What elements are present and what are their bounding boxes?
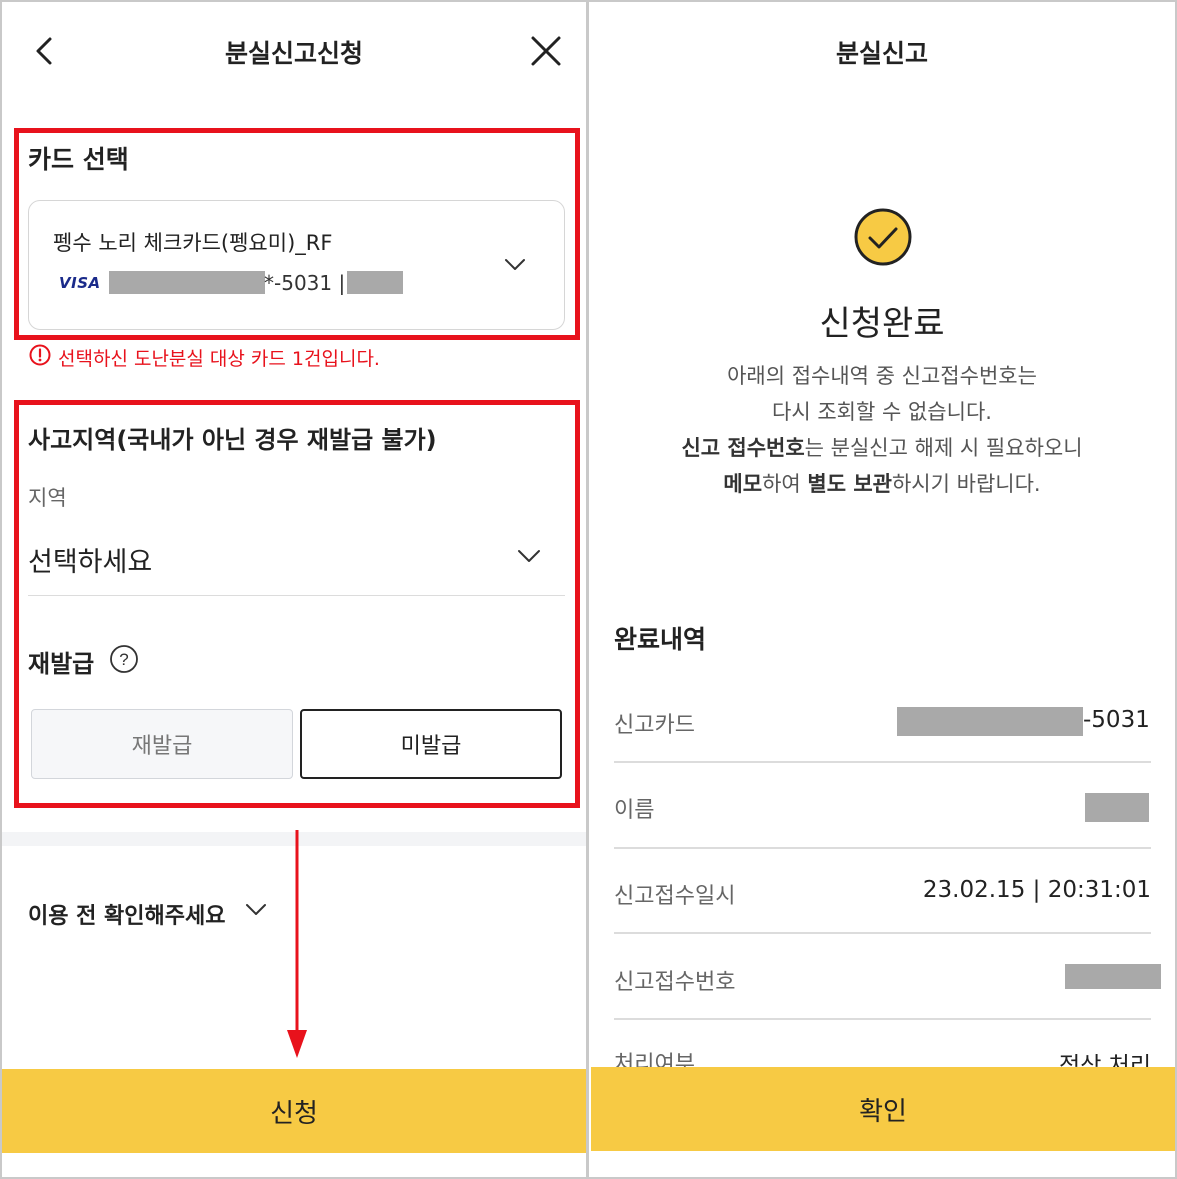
message-line: 아래의 접수내역 중 신고접수번호는 bbox=[727, 364, 1037, 388]
page-title: 분실신고신청 bbox=[224, 39, 363, 68]
visa-logo: VISA bbox=[59, 274, 101, 292]
chevron-down-icon[interactable] bbox=[245, 902, 267, 918]
complete-title: 신청완료 bbox=[819, 304, 945, 344]
reissue-option-button[interactable]: 재발급 bbox=[31, 709, 293, 779]
message-text: 는 분실신고 해제 시 필요하오니 bbox=[804, 436, 1083, 460]
masked-name bbox=[1085, 793, 1149, 822]
masked-card-number bbox=[109, 271, 265, 294]
card-notice: 선택하신 도난분실 대상 카드 1건입니다. bbox=[58, 348, 380, 370]
card-select-dropdown[interactable]: 펭수 노리 체크카드(펭요미)_RF VISA 4 *-5031 | bbox=[28, 200, 565, 330]
message-bold: 별도 보관 bbox=[807, 472, 892, 496]
submit-button[interactable]: 신청 bbox=[2, 1069, 586, 1153]
masked-card-holder bbox=[347, 271, 403, 294]
message-bold: 메모 bbox=[723, 472, 763, 496]
screen-separator bbox=[586, 0, 589, 1179]
chevron-down-icon bbox=[518, 550, 540, 562]
loss-report-form-screen: 분실신고신청 카드 선택 펭수 노리 체크카드(펭요미)_RF VISA 4 *… bbox=[0, 0, 588, 1179]
card-section-title: 카드 선택 bbox=[28, 145, 129, 174]
complete-message: 아래의 접수내역 중 신고접수번호는 다시 조회할 수 없습니다. 신고 접수번… bbox=[589, 358, 1175, 502]
row-divider bbox=[614, 847, 1151, 849]
help-icon[interactable]: ? bbox=[109, 644, 139, 674]
message-line: 신고 접수번호는 분실신고 해제 시 필요하오니 bbox=[589, 430, 1175, 466]
masked-receipt-number bbox=[1065, 964, 1161, 989]
arrow-down-icon bbox=[287, 830, 307, 1058]
region-select-value: 선택하세요 bbox=[28, 547, 153, 578]
reissue-label: 재발급 bbox=[28, 650, 95, 678]
check-circle-icon bbox=[854, 208, 912, 266]
page-title: 분실신고 bbox=[835, 39, 928, 68]
region-select[interactable]: 선택하세요 bbox=[28, 540, 565, 596]
chevron-down-icon bbox=[505, 259, 525, 270]
row-divider bbox=[614, 761, 1151, 763]
info-toggle-label[interactable]: 이용 전 확인해주세요 bbox=[28, 898, 225, 930]
row-value-datetime: 23.02.15 | 20:31:01 bbox=[922, 877, 1151, 903]
row-label-receipt-number: 신고접수번호 bbox=[614, 970, 736, 995]
row-divider bbox=[614, 932, 1151, 934]
no-reissue-option-button[interactable]: 미발급 bbox=[300, 709, 562, 779]
row-label-datetime: 신고접수일시 bbox=[614, 884, 736, 909]
card-number-suffix: *-5031 | bbox=[264, 271, 346, 295]
section-title: 완료내역 bbox=[614, 625, 707, 654]
confirm-button[interactable]: 확인 bbox=[591, 1067, 1175, 1151]
region-section-title: 사고지역(국내가 아닌 경우 재발급 불가) bbox=[28, 426, 437, 454]
close-icon[interactable] bbox=[530, 35, 562, 67]
alert-icon bbox=[29, 344, 51, 366]
row-value-card: -5031 bbox=[1083, 707, 1150, 733]
svg-text:?: ? bbox=[119, 650, 128, 669]
report-complete-screen: 분실신고 신청완료 아래의 접수내역 중 신고접수번호는 다시 조회할 수 없습… bbox=[588, 0, 1177, 1179]
region-label: 지역 bbox=[28, 486, 67, 510]
message-line: 메모하여 별도 보관하시기 바랍니다. bbox=[589, 466, 1175, 502]
message-text: 하여 bbox=[762, 472, 808, 496]
masked-card-number bbox=[897, 707, 1083, 736]
message-bold: 신고 접수번호 bbox=[681, 436, 805, 460]
row-divider bbox=[614, 1018, 1151, 1020]
row-label-name: 이름 bbox=[614, 798, 655, 823]
message-line: 다시 조회할 수 없습니다. bbox=[772, 400, 992, 424]
row-label-card: 신고카드 bbox=[614, 713, 695, 738]
message-text: 하시기 바랍니다. bbox=[891, 472, 1041, 496]
card-name: 펭수 노리 체크카드(펭요미)_RF bbox=[53, 231, 333, 255]
